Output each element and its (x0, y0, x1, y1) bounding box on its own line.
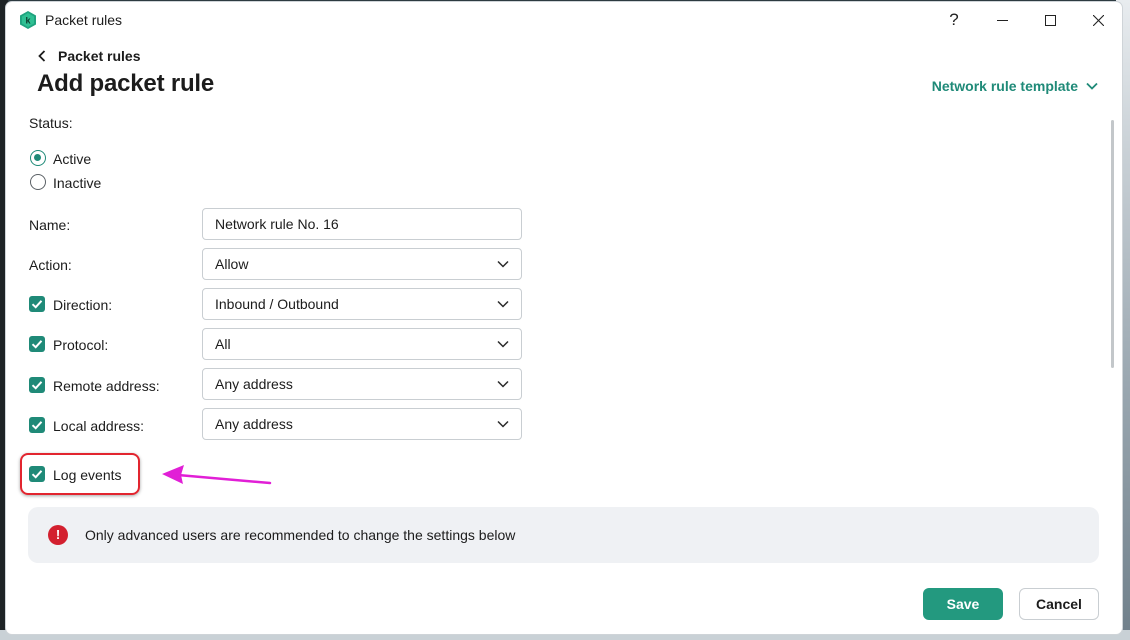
remote-address-checkbox[interactable] (29, 377, 45, 393)
direction-checkbox[interactable] (29, 296, 45, 312)
checkmark-icon (31, 300, 43, 309)
protocol-label: Protocol: (53, 337, 109, 353)
title-bar: k Packet rules ? (6, 2, 1122, 38)
direction-select-value: Inbound / Outbound (215, 296, 339, 312)
kaspersky-logo-icon: k (20, 11, 36, 29)
question-icon: ? (949, 10, 959, 29)
remote-address-select[interactable]: Any address (202, 368, 522, 400)
log-events-checkbox[interactable] (29, 466, 45, 482)
local-address-select[interactable]: Any address (202, 408, 522, 440)
advanced-settings-notice: ! Only advanced users are recommended to… (28, 507, 1099, 563)
local-address-select-value: Any address (215, 416, 293, 432)
checkmark-icon (31, 340, 43, 349)
annotation-arrow-icon (162, 465, 272, 485)
checkmark-icon (31, 381, 43, 390)
direction-label: Direction: (53, 297, 113, 313)
status-active-label[interactable]: Active (53, 151, 91, 167)
chevron-down-icon (1086, 82, 1098, 90)
minimize-button[interactable] (979, 2, 1025, 38)
cancel-button[interactable]: Cancel (1019, 588, 1099, 620)
maximize-icon (1044, 14, 1056, 26)
chevron-down-icon (497, 340, 509, 348)
scrollbar[interactable] (1111, 120, 1114, 368)
status-label: Status: (29, 115, 73, 131)
status-active-radio[interactable] (30, 150, 46, 166)
direction-select[interactable]: Inbound / Outbound (202, 288, 522, 320)
notice-text: Only advanced users are recommended to c… (85, 527, 516, 543)
chevron-down-icon (497, 260, 509, 268)
checkmark-icon (31, 421, 43, 430)
chevron-left-icon (38, 50, 46, 62)
maximize-button[interactable] (1027, 2, 1073, 38)
remote-address-select-value: Any address (215, 376, 293, 392)
network-rule-template-dropdown[interactable]: Network rule template (932, 78, 1098, 94)
name-input-value: Network rule No. 16 (215, 216, 339, 232)
save-button[interactable]: Save (923, 588, 1003, 620)
protocol-select-value: All (215, 336, 231, 352)
minimize-icon (996, 19, 1008, 21)
status-inactive-radio[interactable] (30, 174, 46, 190)
app-window: k Packet rules ? Packet rules Add packet… (6, 2, 1122, 634)
protocol-checkbox[interactable] (29, 336, 45, 352)
remote-address-label: Remote address: (53, 378, 160, 394)
back-link-label: Packet rules (58, 48, 141, 64)
chevron-down-icon (497, 380, 509, 388)
name-input[interactable]: Network rule No. 16 (202, 208, 522, 240)
name-label: Name: (29, 217, 71, 233)
page-title: Add packet rule (37, 70, 215, 97)
local-address-checkbox[interactable] (29, 417, 45, 433)
action-select[interactable]: Allow (202, 248, 522, 280)
chevron-down-icon (497, 300, 509, 308)
back-link[interactable]: Packet rules (38, 46, 141, 66)
close-button[interactable] (1075, 2, 1121, 38)
action-label: Action: (29, 257, 72, 273)
log-events-label[interactable]: Log events (53, 467, 122, 483)
help-button[interactable]: ? (931, 2, 977, 38)
window-title: Packet rules (45, 12, 123, 28)
exclamation-icon: ! (48, 525, 68, 545)
close-icon (1092, 14, 1104, 26)
chevron-down-icon (497, 420, 509, 428)
action-select-value: Allow (215, 256, 249, 272)
local-address-label: Local address: (53, 418, 145, 434)
protocol-select[interactable]: All (202, 328, 522, 360)
template-link-label: Network rule template (931, 78, 1078, 94)
status-inactive-label[interactable]: Inactive (53, 175, 101, 191)
checkmark-icon (31, 470, 43, 479)
